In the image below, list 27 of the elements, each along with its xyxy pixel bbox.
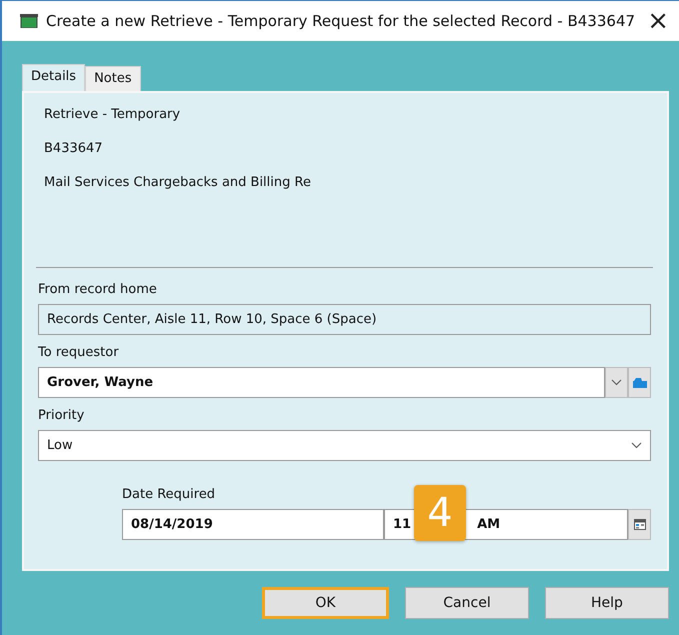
date-field[interactable]: 08/14/2019 <box>122 509 384 540</box>
input-field[interactable]: Records Center, Aisle 11, Row 10, Space 6 (Space) <box>38 304 651 335</box>
field-label: From record home <box>38 282 157 297</box>
close-button[interactable]: × <box>647 8 669 34</box>
step-number-tooltip: 4 <box>414 485 466 541</box>
field-label: Priority <box>38 408 84 423</box>
dialog-button[interactable]: Cancel <box>405 587 529 619</box>
summary-text: Mail Services Chargebacks and Billing Re <box>44 175 312 190</box>
tray-icon <box>20 14 38 28</box>
dialog-button[interactable]: Help <box>545 587 669 619</box>
dialog-button[interactable]: OK <box>262 587 389 619</box>
tab[interactable]: Details <box>22 64 86 91</box>
field-label: To requestor <box>38 345 119 360</box>
calendar-icon <box>634 519 646 530</box>
chevron-down-icon <box>631 442 642 449</box>
chevron-down-icon <box>611 379 622 386</box>
summary-text: Retrieve - Temporary <box>44 107 182 122</box>
window-title: Create a new Retrieve - Temporary Request for the selected Record - B433647 <box>46 12 636 30</box>
folder-icon <box>632 378 646 388</box>
calendar-button[interactable] <box>628 509 651 540</box>
summary-text: B433647 <box>44 141 104 156</box>
tab[interactable]: Notes <box>85 66 141 91</box>
select-field[interactable]: Low <box>38 430 651 461</box>
browse-button[interactable] <box>628 367 651 398</box>
input-field[interactable]: Grover, Wayne <box>38 367 605 398</box>
dropdown-button[interactable] <box>605 367 628 398</box>
field-label: Date Required <box>122 487 216 502</box>
